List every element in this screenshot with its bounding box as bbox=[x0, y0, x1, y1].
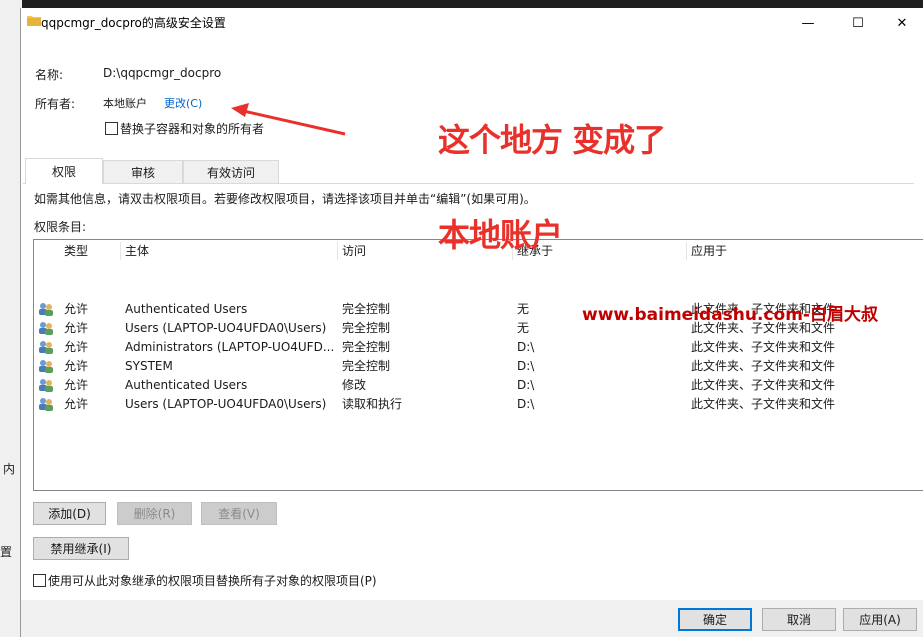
entry-applies: 此文件夹、子文件夹和文件 bbox=[691, 378, 836, 392]
title-bar[interactable]: qqpcmgr_docpro的高级安全设置 — ☐ ✕ bbox=[21, 8, 923, 38]
column-header-access[interactable]: 访问 bbox=[342, 242, 366, 260]
entry-principal: Users (LAPTOP-UO4UFDA0\Users) bbox=[125, 397, 327, 411]
table-row[interactable]: 允许 Authenticated Users 修改 D:\ 此文件夹、子文件夹和… bbox=[34, 376, 915, 395]
user-group-icon bbox=[39, 398, 53, 411]
column-header-type[interactable]: 类型 bbox=[64, 242, 88, 260]
close-button[interactable]: ✕ bbox=[879, 8, 923, 38]
annotation-text: 这个地方 变成了 bbox=[438, 121, 666, 159]
user-group-icon bbox=[39, 303, 53, 316]
background-taskbar bbox=[0, 0, 923, 8]
tab-effective-access[interactable]: 有效访问 bbox=[183, 160, 279, 183]
user-group-icon bbox=[39, 322, 53, 335]
entry-applies: 此文件夹、子文件夹和文件 bbox=[691, 340, 836, 354]
apply-button[interactable]: 应用(A) bbox=[843, 608, 917, 631]
permission-entries-list[interactable]: 类型 主体 访问 继承于 应用于 允许 Authenticated Users … bbox=[33, 239, 923, 491]
replace-child-permissions-label[interactable]: 使用可从此对象继承的权限项目替换所有子对象的权限项目(P) bbox=[48, 572, 377, 589]
owner-value: 本地账户 bbox=[103, 97, 147, 110]
minimize-button[interactable]: — bbox=[785, 8, 831, 38]
entry-principal: SYSTEM bbox=[125, 359, 173, 373]
watermark-text: www.baimeidashu.com-白眉大叔 bbox=[582, 305, 878, 325]
background-window: 内 置 bbox=[0, 0, 22, 637]
tab-auditing[interactable]: 审核 bbox=[103, 160, 183, 183]
table-row[interactable]: 允许 Administrators (LAPTOP-UO4UFD... 完全控制… bbox=[34, 338, 915, 357]
entry-type: 允许 bbox=[64, 340, 89, 354]
ok-button[interactable]: 确定 bbox=[678, 608, 752, 631]
view-button[interactable]: 查看(V) bbox=[201, 502, 277, 525]
cancel-button[interactable]: 取消 bbox=[762, 608, 836, 631]
entry-applies: 此文件夹、子文件夹和文件 bbox=[691, 397, 836, 411]
entry-principal: Administrators (LAPTOP-UO4UFD... bbox=[125, 340, 335, 354]
background-text: 内 bbox=[3, 462, 16, 476]
annotation-text: 本地账户 bbox=[438, 216, 563, 254]
column-header-principal[interactable]: 主体 bbox=[125, 242, 149, 260]
entry-inherited: D:\ bbox=[517, 378, 535, 392]
user-group-icon bbox=[39, 379, 53, 392]
tab-permissions[interactable]: 权限 bbox=[25, 158, 103, 184]
entry-access: 完全控制 bbox=[342, 321, 391, 335]
entry-type: 允许 bbox=[64, 321, 89, 335]
entry-type: 允许 bbox=[64, 359, 89, 373]
remove-button[interactable]: 删除(R) bbox=[117, 502, 192, 525]
owner-label: 所有者: bbox=[35, 97, 76, 111]
entry-access: 读取和执行 bbox=[342, 397, 403, 411]
entry-applies: 此文件夹、子文件夹和文件 bbox=[691, 359, 836, 373]
column-separator bbox=[337, 242, 338, 260]
user-group-icon bbox=[39, 341, 53, 354]
entry-principal: Authenticated Users bbox=[125, 302, 248, 316]
window-title: qqpcmgr_docpro的高级安全设置 bbox=[41, 16, 226, 30]
disable-inheritance-button[interactable]: 禁用继承(I) bbox=[33, 537, 129, 560]
entry-inherited: D:\ bbox=[517, 359, 535, 373]
annotation-arrow-icon bbox=[231, 103, 346, 136]
user-group-icon bbox=[39, 360, 53, 373]
folder-icon bbox=[27, 16, 41, 26]
entry-type: 允许 bbox=[64, 302, 89, 316]
entry-inherited: D:\ bbox=[517, 340, 535, 354]
entry-inherited: D:\ bbox=[517, 397, 535, 411]
entry-access: 完全控制 bbox=[342, 340, 391, 354]
table-row[interactable]: 允许 SYSTEM 完全控制 D:\ 此文件夹、子文件夹和文件 bbox=[34, 357, 915, 376]
table-row[interactable]: 允许 Users (LAPTOP-UO4UFDA0\Users) 读取和执行 D… bbox=[34, 395, 915, 414]
replace-owner-checkbox[interactable] bbox=[105, 122, 118, 135]
add-button[interactable]: 添加(D) bbox=[33, 502, 106, 525]
entry-principal: Authenticated Users bbox=[125, 378, 248, 392]
entry-principal: Users (LAPTOP-UO4UFDA0\Users) bbox=[125, 321, 327, 335]
name-value: D:\qqpcmgr_docpro bbox=[103, 66, 222, 80]
entry-access: 完全控制 bbox=[342, 359, 391, 373]
change-owner-link[interactable]: 更改(C) bbox=[164, 95, 202, 111]
name-label: 名称: bbox=[35, 68, 64, 82]
maximize-button[interactable]: ☐ bbox=[835, 8, 881, 38]
entry-type: 允许 bbox=[64, 397, 89, 411]
entry-access: 修改 bbox=[342, 378, 367, 392]
permission-entries-label: 权限条目: bbox=[34, 220, 87, 234]
column-separator bbox=[120, 242, 121, 260]
column-separator bbox=[686, 242, 687, 260]
entry-access: 完全控制 bbox=[342, 302, 391, 316]
background-text: 置 bbox=[0, 545, 13, 559]
replace-child-permissions-checkbox[interactable] bbox=[33, 574, 46, 587]
info-text: 如需其他信息，请双击权限项目。若要修改权限项目，请选择该项目并单击“编辑”(如果… bbox=[34, 192, 536, 206]
tab-divider bbox=[23, 183, 914, 184]
column-header-applies[interactable]: 应用于 bbox=[691, 242, 727, 260]
entry-type: 允许 bbox=[64, 378, 89, 392]
